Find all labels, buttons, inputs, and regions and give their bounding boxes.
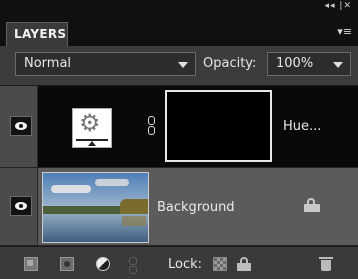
layer-name[interactable]: Background (157, 200, 235, 215)
opacity-select[interactable]: 100% (267, 52, 351, 76)
eye-icon[interactable] (10, 196, 32, 216)
blend-mode-value: Normal (24, 56, 72, 71)
mask-link-icon[interactable] (148, 116, 155, 135)
new-layer-icon[interactable] (24, 257, 38, 271)
lock-label: Lock: (168, 257, 203, 272)
link-layers-icon[interactable] (129, 257, 137, 274)
layer-options-bar: Normal Opacity: 100% (0, 46, 358, 86)
layers-footer-toolbar: Lock: (0, 246, 358, 279)
collapse-close-controls[interactable]: ◂◂ |✕ (325, 1, 352, 11)
panel-menu-icon[interactable]: ▾≡ (337, 25, 352, 38)
layer-thumbnail-landscape[interactable] (42, 172, 149, 243)
blend-mode-select[interactable]: Normal (15, 52, 196, 76)
lock-all-icon[interactable] (237, 257, 251, 271)
tab-layers[interactable]: LAYERS (6, 22, 68, 46)
layer-row-hue[interactable]: ⚙ Hue... (0, 86, 358, 168)
opacity-value: 100% (276, 56, 314, 71)
add-mask-icon[interactable] (60, 257, 74, 271)
lock-icon (304, 198, 320, 212)
tab-layers-label: LAYERS (14, 27, 67, 41)
gear-adjustment-icon[interactable]: ⚙ (72, 108, 112, 148)
trash-icon[interactable] (319, 257, 333, 271)
lock-transparent-pixels-icon[interactable] (213, 257, 227, 271)
opacity-label: Opacity: (203, 56, 257, 71)
chevron-down-icon (333, 62, 343, 68)
layer-mask-thumbnail[interactable] (165, 90, 272, 162)
visibility-column (0, 86, 38, 167)
panel-top-strip: ◂◂ |✕ (0, 0, 358, 16)
layer-row-background[interactable]: Background (0, 168, 358, 246)
panel-title-bar: LAYERS ▾≡ (0, 16, 358, 46)
layer-name[interactable]: Hue... (283, 119, 321, 134)
chevron-down-icon (178, 62, 188, 68)
visibility-column (0, 168, 38, 245)
adjustment-layer-icon[interactable] (96, 257, 110, 271)
layers-panel: ◂◂ |✕ LAYERS ▾≡ Normal Opacity: 100% ⚙ H… (0, 0, 358, 279)
eye-icon[interactable] (10, 116, 32, 136)
